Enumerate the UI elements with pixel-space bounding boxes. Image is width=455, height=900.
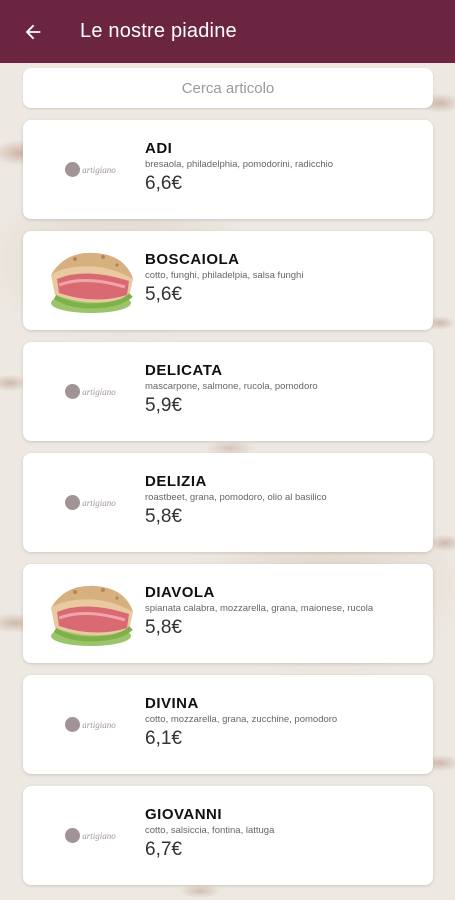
product-ingredients: cotto, mozzarella, grana, zucchine, pomo… — [145, 714, 338, 725]
product-ingredients: spianata calabra, mozzarella, grana, mai… — [145, 603, 374, 614]
product-price: 5,8€ — [145, 506, 182, 527]
product-name: DIVINA — [145, 695, 199, 712]
product-ingredients: mascarpone, salmone, rucola, pomodoro — [145, 381, 318, 392]
product-price: 6,7€ — [145, 839, 182, 860]
product-name: DELICATA — [145, 362, 223, 379]
app-bar: Le nostre piadine — [0, 0, 455, 63]
product-card[interactable]: artigiano ADI bresaola, philadelphia, po… — [23, 120, 433, 219]
product-name: ADI — [145, 140, 173, 157]
product-ingredients: roastbeet, grana, pomodoro, olio al basi… — [145, 492, 327, 503]
product-image: artigiano — [43, 128, 138, 211]
product-name: GIOVANNI — [145, 806, 223, 823]
product-name: DELIZIA — [145, 473, 207, 490]
search-input[interactable] — [41, 78, 415, 98]
product-ingredients: cotto, salsiccia, fontina, lattuga — [145, 825, 275, 836]
product-ingredients: cotto, funghi, philadelpia, salsa funghi — [145, 270, 304, 281]
product-name: DIAVOLA — [145, 584, 215, 601]
product-ingredients: bresaola, philadelphia, pomodorini, radi… — [145, 159, 334, 170]
brand-logo-icon: artigiano — [65, 162, 116, 177]
product-image: artigiano — [43, 683, 138, 766]
product-card[interactable]: BOSCAIOLA cotto, funghi, philadelpia, sa… — [23, 231, 433, 330]
piadina-image — [50, 252, 133, 313]
product-name: BOSCAIOLA — [145, 251, 240, 268]
brand-logo-icon: artigiano — [65, 384, 116, 399]
product-card[interactable]: DIAVOLA spianata calabra, mozzarella, gr… — [23, 564, 433, 663]
product-price: 5,9€ — [145, 395, 182, 416]
brand-logo-icon: artigiano — [65, 828, 116, 843]
product-card[interactable]: artigiano DIVINA cotto, mozzarella, gran… — [23, 675, 433, 774]
product-image: artigiano — [43, 461, 138, 544]
brand-logo-icon: artigiano — [65, 717, 116, 732]
product-list: artigiano ADI bresaola, philadelphia, po… — [23, 120, 433, 897]
product-image — [43, 239, 138, 322]
page-title: Le nostre piadine — [80, 20, 237, 42]
product-image: artigiano — [43, 794, 138, 877]
product-price: 6,6€ — [145, 173, 182, 194]
product-price: 5,6€ — [145, 284, 182, 305]
product-card[interactable]: artigiano DELIZIA roastbeet, grana, pomo… — [23, 453, 433, 552]
product-card[interactable]: artigiano DELICATA mascarpone, salmone, … — [23, 342, 433, 441]
product-price: 5,8€ — [145, 617, 182, 638]
search-box[interactable] — [23, 68, 433, 108]
product-card[interactable]: artigiano GIOVANNI cotto, salsiccia, fon… — [23, 786, 433, 885]
arrow-back-icon[interactable] — [22, 21, 44, 43]
piadina-image — [50, 585, 133, 646]
product-image — [43, 572, 138, 655]
product-image: artigiano — [43, 350, 138, 433]
product-price: 6,1€ — [145, 728, 182, 749]
brand-logo-icon: artigiano — [65, 495, 116, 510]
